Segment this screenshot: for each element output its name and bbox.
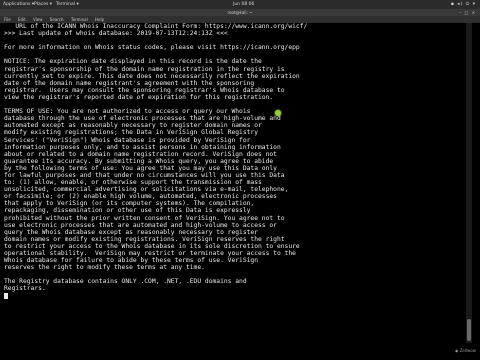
terminal-line: guarantee its accuracy. By submitting a … [4,157,274,165]
window-title: root@kali: ~ [227,10,253,15]
terminal-line: to restrict your access to the Whois dat… [4,242,300,250]
window-control-buttons[interactable]: – □ × [459,9,476,16]
terminal-line: Whois database for failure to abide by t… [4,257,259,265]
terminal-line: repackaging, dissemination or other use … [4,207,251,215]
terminal-line: Registrars. [4,285,46,293]
terminal-line: automated except as reasonably necessary… [4,122,262,130]
menu-help[interactable]: Help [95,17,104,22]
terminal-line: view the registrar's reported date of ex… [4,93,274,101]
terminal-line: URL of the ICANN Whois Inaccuracy Compla… [4,23,308,30]
terminal-line: NOTICE: The expiration date displayed in… [4,58,262,66]
menu-view[interactable]: View [33,17,43,22]
terminal-line: date of the domain name registrant's agr… [4,79,255,87]
terminal-line: >>> Last update of whois database: 2019-… [4,30,228,38]
terminal-line: Services' ("VeriSign") Whois database is… [4,136,251,144]
clock[interactable]: Jun 08 06 [233,0,254,9]
watermark-logo: ◉ Zellwow [454,348,476,353]
menu-file[interactable]: File [4,17,11,22]
desktop-top-panel: Applications ▾ Places ▾ Terminal ▾ Jun 0… [0,0,480,9]
terminal-output[interactable]: URL of the ICANN Whois Inaccuracy Compla… [4,23,464,343]
terminal-line: information purposes only, and to assist… [4,143,281,151]
menu-terminal[interactable]: Terminal [71,17,88,22]
terminal-line: registrar's sponsorship of the domain na… [4,65,285,73]
terminal-line: For more information on Whois status cod… [4,44,300,52]
system-tray-icons[interactable]: ▪ ◂) ⏻ ▾ [451,0,476,9]
terminal-line: unsolicited, commercial advertising or s… [4,186,289,194]
terminal-line: operational stability. VeriSign may rest… [4,250,296,257]
text-cursor [4,292,8,299]
scrollbar-thumb[interactable] [467,319,471,341]
terminal-scrollbar[interactable] [466,23,472,343]
terminal-text: URL of the ICANN Whois Inaccuracy Compla… [4,23,464,300]
terminal-line: domain names or modify existing registra… [4,235,285,243]
terminal-line: currently set to expire. This date does … [4,72,300,80]
terminal-line: TERMS OF USE: You are not authorized to … [4,108,251,116]
terminal-line: use electronic processes that are automa… [4,221,277,229]
terminal-line: database through the use of electronic p… [4,115,281,123]
terminal-line: modify existing registrations; the Data … [4,129,259,137]
terminal-line: for lawful purposes and that under no ci… [4,171,285,179]
terminal-line: prohibited without the prior written con… [4,214,285,222]
bottom-bar: ◉ Zellwow [0,343,480,360]
applications-menu[interactable]: Applications ▾ [3,0,34,9]
pointer-highlight-icon [275,110,281,116]
terminal-app-menu[interactable]: Terminal ▾ [56,0,79,9]
places-menu[interactable]: Places ▾ [34,0,52,9]
terminal-menubar: File Edit View Search Terminal Help [0,16,480,23]
terminal-line: by the following terms of use: You agree… [4,164,277,172]
terminal-line: query the Whois database except as reaso… [4,228,259,236]
window-title-bar[interactable]: root@kali: ~ – □ × [0,9,480,16]
menu-edit[interactable]: Edit [18,17,26,22]
screen: Applications ▾ Places ▾ Terminal ▾ Jun 0… [0,0,480,360]
prompt-line [4,292,464,300]
terminal-line: The Registry database contains ONLY .COM… [4,278,247,286]
terminal-line: registrar. Users may consult the sponsor… [4,86,285,94]
menu-search[interactable]: Search [50,17,64,22]
terminal-line: reserves the right to modify these terms… [4,264,205,272]
terminal-line: about or related to a domain name regist… [4,150,277,158]
terminal-line: to: (1) allow, enable, or otherwise supp… [4,179,262,187]
terminal-line: that apply to VeriSign (or its computer … [4,200,255,208]
terminal-line: or facsimile; or (2) enable high volume,… [4,193,277,201]
